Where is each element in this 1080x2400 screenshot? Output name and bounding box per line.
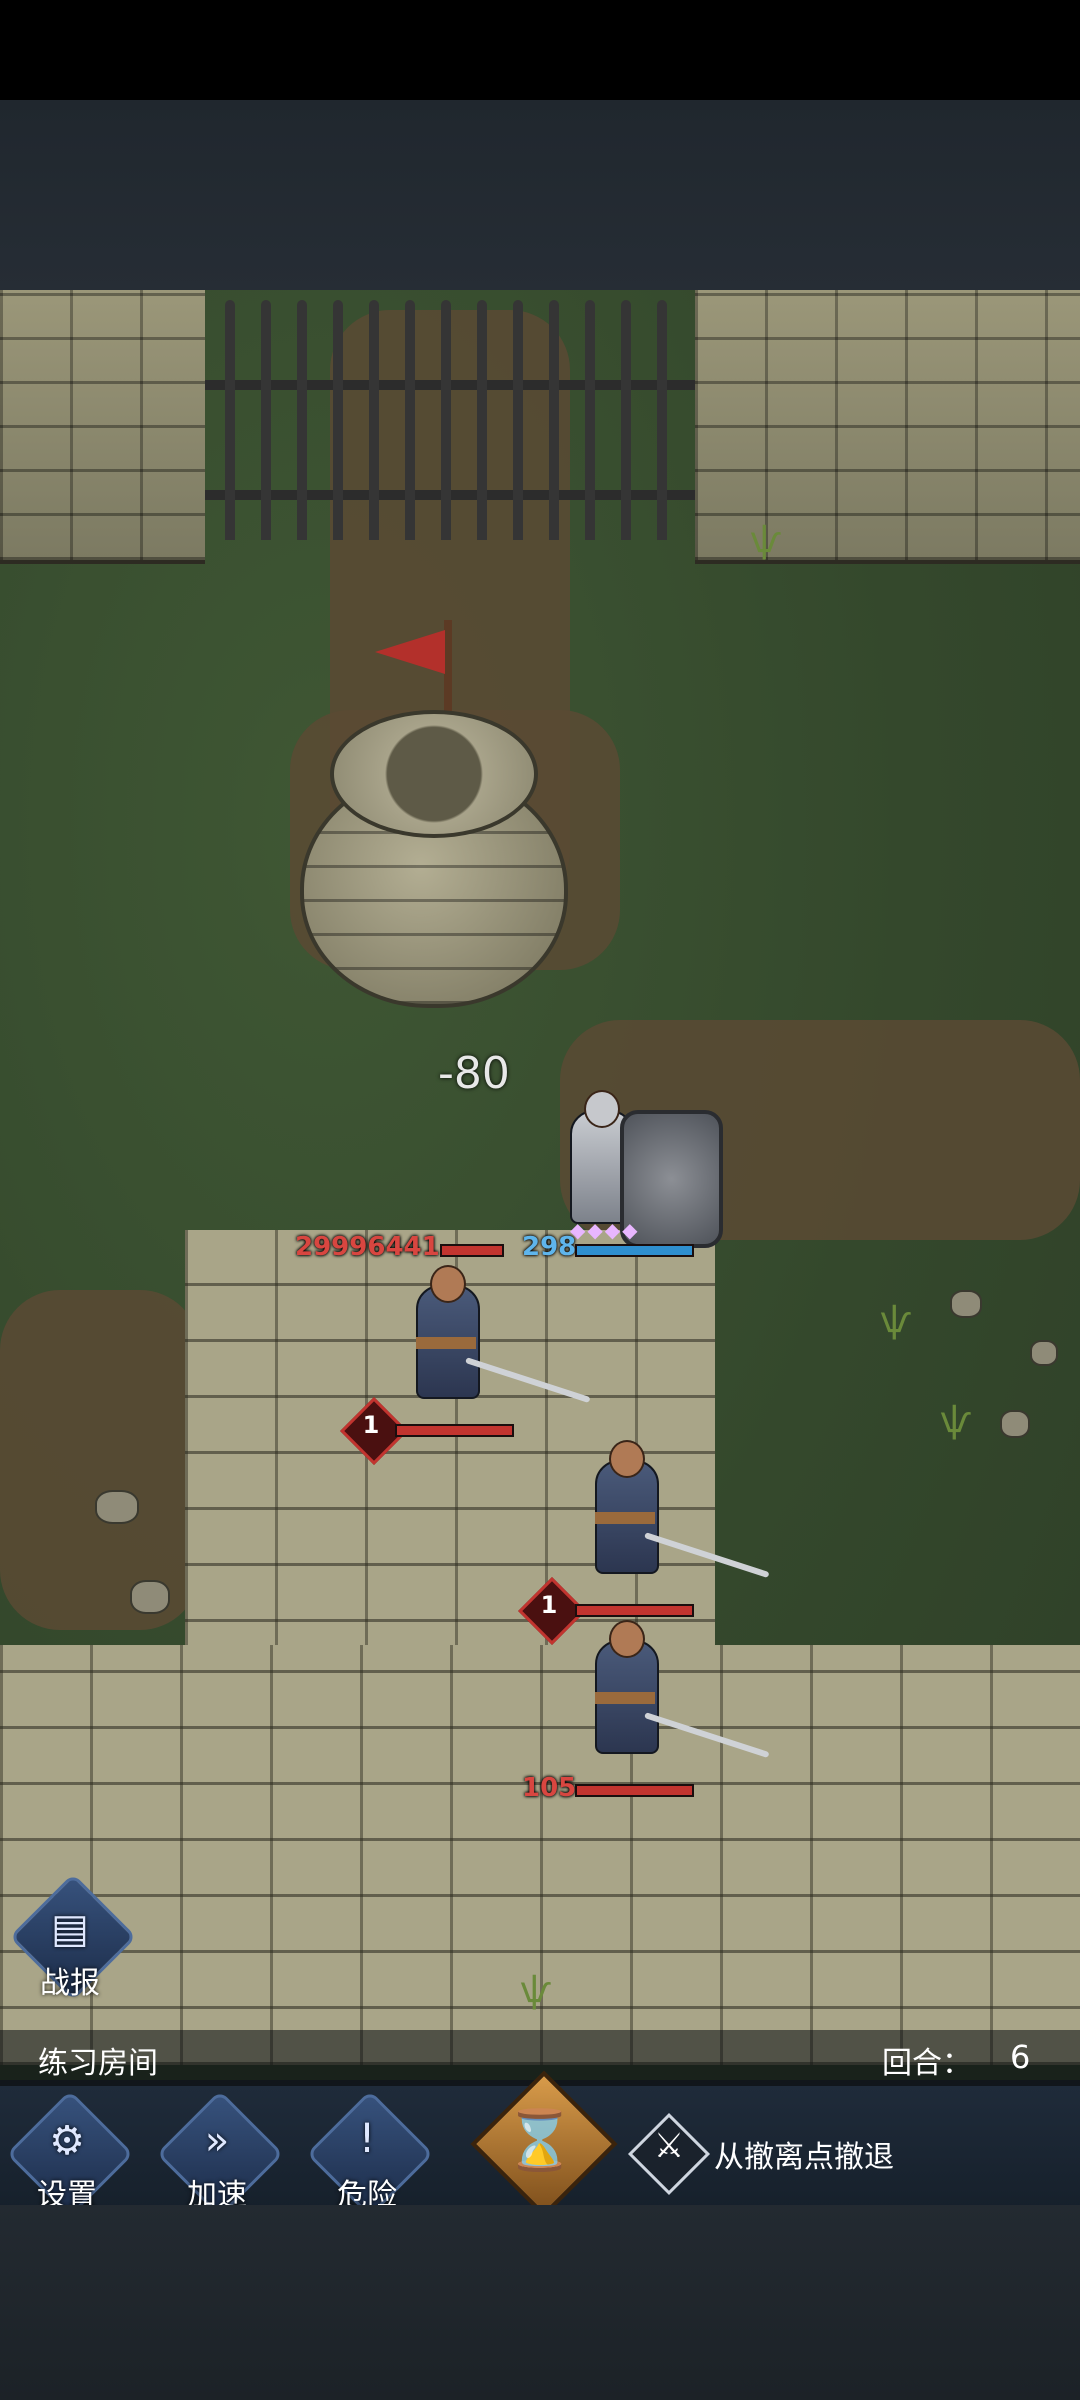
enemy-hp-value: 105: [522, 1773, 577, 1803]
enemy-level-text: 1: [362, 1411, 380, 1439]
danger-button[interactable]: ! 危险: [302, 2086, 434, 2218]
enemy-level-text: 1: [540, 1591, 558, 1619]
boss-hp-value: 29996441: [295, 1232, 440, 1262]
speed-button[interactable]: » 加速: [152, 2086, 284, 2218]
dirt-path: [0, 1290, 200, 1630]
grass-tuft: ѱ: [750, 520, 782, 561]
hourglass-icon: ⌛: [503, 2106, 577, 2174]
grass-tuft: ѱ: [520, 1970, 552, 2011]
grass-tuft: ѱ: [940, 1400, 972, 1441]
settings-button[interactable]: ⚙ 设置: [2, 2086, 134, 2218]
enemy-swordsman[interactable]: [565, 1440, 770, 1630]
gear-icon: ⚙: [49, 2118, 85, 2164]
battle-report-button[interactable]: ▤ 战报: [9, 1873, 137, 2001]
enemy-swordsman[interactable]: [565, 1620, 770, 1810]
crossed-swords-icon: ⚔: [653, 2126, 685, 2166]
status-bar-area: [0, 0, 1080, 100]
watch-tower[interactable]: [300, 620, 568, 1008]
room-name: 练习房间: [38, 2046, 158, 2081]
exclamation-icon: !: [358, 2116, 376, 2162]
stone-wall-left: [0, 290, 205, 564]
iron-gate: [205, 290, 695, 550]
hero-action-pips: ◆◆◆◆: [570, 1218, 640, 1242]
round-value: 6: [1010, 2038, 1031, 2076]
round-label: 回合：: [882, 2046, 972, 2081]
rock: [95, 1490, 139, 1524]
bottom-band: [0, 2205, 1080, 2400]
enemy-hp-bar: [575, 1604, 694, 1617]
boss-hp-bar: [440, 1244, 504, 1257]
battle-report-label: 战报: [40, 1966, 100, 2001]
document-icon: ▤: [51, 1906, 89, 1952]
rock: [1000, 1410, 1030, 1438]
enemy-hp-bar: [395, 1424, 514, 1437]
damage-popup: -80: [438, 1048, 510, 1099]
hero-hp-bar: [575, 1244, 694, 1257]
grass-tuft: ѱ: [880, 1300, 912, 1341]
rock: [950, 1290, 982, 1318]
hero-hp-value: 298: [522, 1232, 577, 1262]
rock: [130, 1580, 170, 1614]
fast-forward-icon: »: [204, 2118, 230, 2164]
tower-flag: [375, 630, 445, 674]
top-band: [0, 100, 1080, 290]
retreat-label[interactable]: 从撤离点撤退: [714, 2132, 894, 2176]
end-turn-button[interactable]: ⌛: [470, 2070, 618, 2218]
rock: [1030, 1340, 1058, 1366]
enemy-hp-bar: [575, 1784, 694, 1797]
